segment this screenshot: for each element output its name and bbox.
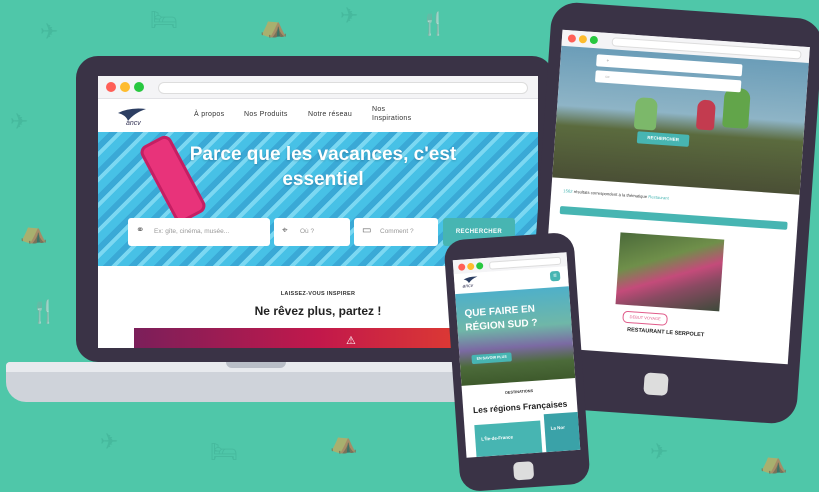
binoculars-icon: ⚭	[136, 225, 145, 236]
nav-item-notre-reseau[interactable]: Notre réseau	[308, 111, 352, 118]
close-window-dot[interactable]	[458, 263, 466, 271]
browser-toolbar	[98, 76, 538, 99]
card-icon: ▭	[605, 73, 610, 80]
region-card-normandie[interactable]: La Nor	[543, 411, 581, 453]
phone-screen: ancv ≡ QUE FAIRE EN RÉGION SUD ? EN SAVO…	[452, 252, 581, 458]
airplane-icon: ✈	[650, 440, 669, 465]
tablet-search-button[interactable]: RECHERCHER	[636, 131, 690, 147]
site-nav: ancv À propos Nos Produits Notre réseau …	[98, 99, 538, 133]
results-text: résultats correspondent à la thématique	[572, 188, 648, 200]
maximize-window-dot[interactable]	[589, 35, 599, 45]
minimize-window-dot[interactable]	[120, 82, 130, 92]
circus-tent-icon: ⛺	[20, 220, 48, 245]
tablet-screen: ⌖ ▭ RECHERCHER 1562 résultats correspond…	[540, 29, 810, 365]
how-search-field[interactable]: ▭ Comment ?	[354, 218, 438, 246]
airplane-icon: ✈	[10, 110, 29, 135]
circus-tent-icon: ⛺	[330, 430, 358, 455]
phone-device: ancv ≡ QUE FAIRE EN RÉGION SUD ? EN SAVO…	[443, 231, 591, 492]
phone-home-button[interactable]	[513, 461, 535, 481]
nav-item-nos-inspirations[interactable]: Nos Inspirations	[372, 105, 422, 123]
circus-tent-icon: ⛺	[260, 14, 288, 39]
maximize-window-dot[interactable]	[475, 262, 484, 270]
menu-icon[interactable]: ≡	[549, 270, 561, 282]
minimize-window-dot[interactable]	[466, 262, 475, 271]
hiker-image	[695, 99, 716, 131]
close-window-dot[interactable]	[106, 82, 116, 92]
warning-icon: ⚠	[346, 335, 356, 347]
learn-more-button[interactable]: EN SAVOIR PLUS	[471, 352, 512, 365]
hiker-image	[722, 87, 751, 129]
results-summary: 1562 résultats correspondent à la thémat…	[563, 188, 783, 209]
where-placeholder: Où ?	[300, 228, 315, 235]
restaurant-icon: 🍴	[420, 12, 448, 37]
laptop-notch	[226, 362, 286, 368]
maximize-window-dot[interactable]	[134, 82, 144, 92]
where-search-field[interactable]: ⌖ Où ?	[274, 218, 350, 246]
phone-hero: QUE FAIRE EN RÉGION SUD ? EN SAVOIR PLUS	[455, 286, 576, 386]
location-pin-icon: ⌖	[606, 57, 610, 64]
nav-item-nos-produits[interactable]: Nos Produits	[244, 111, 288, 118]
nav-item-a-propos[interactable]: À propos	[194, 111, 224, 118]
card-badge: DEBUT VOYAGE	[622, 310, 669, 326]
card-icon: ▭	[362, 225, 372, 236]
hero-title: Parce que les vacances, c'est essentiel	[189, 144, 457, 190]
restaurant-photo[interactable]	[615, 232, 725, 312]
airplane-icon: ✈	[100, 430, 119, 455]
region-card-ile-de-france[interactable]: L'Île-de-France	[474, 420, 543, 458]
hotel-icon: 🛏	[150, 8, 178, 33]
laptop-base	[6, 362, 492, 402]
hiker-image	[633, 97, 658, 131]
phone-kicker: DESTINATIONS	[504, 388, 534, 395]
logo-text: ancv	[126, 120, 141, 127]
how-placeholder: Comment ?	[380, 228, 414, 235]
filter-bar[interactable]	[559, 206, 788, 230]
airplane-icon: ✈	[340, 4, 359, 29]
hotel-icon: 🛏	[210, 440, 238, 465]
restaurant-icon: 🍴	[30, 300, 58, 325]
tablet-home-button[interactable]	[643, 372, 669, 396]
region-card-label: La Nor	[550, 424, 566, 431]
card-title[interactable]: RESTAURANT LE SERPOLET	[608, 326, 724, 340]
tablet-hero-image: ⌖ ▭ RECHERCHER	[552, 45, 809, 195]
what-search-field[interactable]: ⚭ Ex: gîte, cinéma, musée...	[128, 218, 270, 246]
address-bar[interactable]	[158, 82, 528, 94]
minimize-window-dot[interactable]	[578, 34, 588, 44]
airplane-icon: ✈	[40, 20, 59, 45]
results-theme[interactable]: Restaurant	[647, 194, 669, 200]
what-placeholder: Ex: gîte, cinéma, musée...	[154, 228, 230, 235]
promo-banner[interactable]: ⚠	[134, 328, 504, 348]
close-window-dot[interactable]	[567, 34, 577, 43]
location-pin-icon: ⌖	[282, 225, 288, 236]
phone-hero-title: QUE FAIRE EN RÉGION SUD ?	[464, 303, 538, 334]
logo-text: ancv	[462, 282, 474, 290]
region-card-label: L'Île-de-France	[481, 434, 514, 442]
circus-tent-icon: ⛺	[760, 450, 788, 475]
